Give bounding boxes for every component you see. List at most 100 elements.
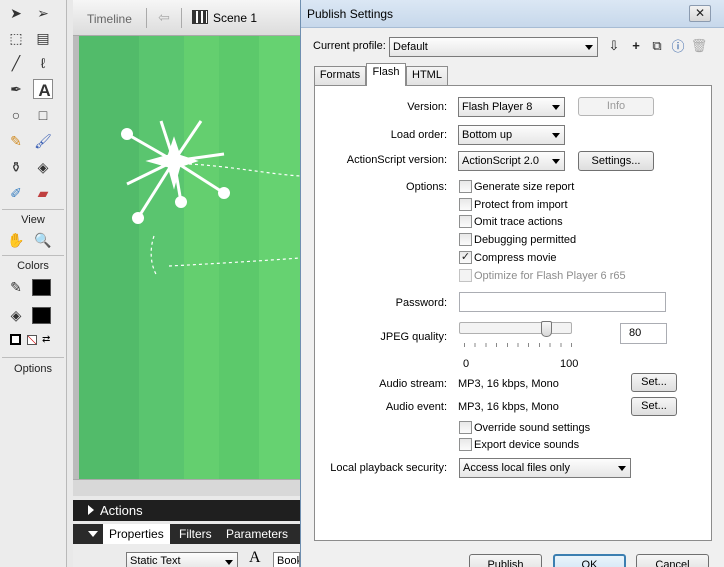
- omit-trace-actions-checkbox[interactable]: [459, 215, 472, 228]
- subselection-tool-icon[interactable]: ➢: [33, 3, 53, 23]
- audio-stream-label: Audio stream:: [379, 378, 447, 390]
- tab-properties[interactable]: Properties: [103, 524, 170, 544]
- options-section-label: Options: [14, 363, 52, 375]
- ink-bottle-tool-icon[interactable]: ⚱: [6, 157, 26, 177]
- generate-size-report-checkbox[interactable]: [459, 180, 472, 193]
- jpeg-quality-field[interactable]: 80: [620, 323, 667, 344]
- stroke-color-icon[interactable]: ✎: [6, 277, 26, 297]
- delete-profile-icon[interactable]: 🗑: [690, 36, 708, 55]
- no-color-icon[interactable]: [27, 335, 37, 345]
- collapse-arrow-icon[interactable]: [88, 531, 98, 537]
- scene-clapper-icon: [192, 10, 208, 24]
- close-button[interactable]: ✕: [689, 5, 711, 22]
- selection-tool-icon[interactable]: ➤: [6, 3, 26, 23]
- expand-arrow-icon[interactable]: [88, 505, 94, 515]
- stage-scrollbar[interactable]: [73, 479, 300, 496]
- chevron-down-icon: [225, 560, 233, 565]
- free-transform-tool-icon[interactable]: ⬚: [6, 28, 26, 48]
- slider-min-label: 0: [463, 358, 470, 370]
- tab-formats[interactable]: Formats: [314, 66, 366, 85]
- password-field[interactable]: [459, 292, 666, 312]
- divider: [2, 357, 64, 358]
- pen-tool-icon[interactable]: ✒: [6, 79, 26, 99]
- divider: [2, 255, 64, 256]
- options-label: Options:: [406, 181, 447, 193]
- as-version-select[interactable]: ActionScript 2.0: [458, 151, 565, 171]
- version-value: Flash Player 8: [462, 101, 533, 113]
- password-label: Password:: [395, 297, 447, 309]
- tab-parameters[interactable]: Parameters: [220, 524, 294, 544]
- profile-select[interactable]: Default: [389, 37, 598, 57]
- ok-button[interactable]: OK: [553, 554, 626, 567]
- version-select[interactable]: Flash Player 8: [458, 97, 565, 117]
- override-sound-checkbox[interactable]: [459, 421, 472, 434]
- cancel-button[interactable]: Cancel: [636, 554, 709, 567]
- actions-panel-bar[interactable]: Actions: [73, 500, 300, 521]
- compress-movie-checkbox[interactable]: ✓: [459, 251, 472, 264]
- swap-colors-icon[interactable]: ⇄: [42, 334, 54, 346]
- text-type-value: Static Text: [130, 555, 181, 567]
- export-device-sounds-checkbox[interactable]: [459, 438, 472, 451]
- optimize-flash-player-label: Optimize for Flash Player 6 r65: [474, 270, 626, 282]
- stroke-color-swatch[interactable]: [32, 279, 51, 296]
- debugging-permitted-checkbox[interactable]: [459, 233, 472, 246]
- properties-panel-bar: Properties Filters Parameters: [73, 524, 300, 544]
- export-device-sounds-label: Export device sounds: [474, 439, 580, 451]
- protect-from-import-checkbox[interactable]: [459, 198, 472, 211]
- playback-security-select[interactable]: Access local files only: [459, 458, 631, 478]
- view-section-label: View: [21, 214, 45, 226]
- text-tool-icon[interactable]: A: [33, 79, 53, 100]
- info-button[interactable]: Info: [578, 97, 654, 116]
- chevron-down-icon: [618, 466, 626, 471]
- zoom-tool-icon[interactable]: 🔍: [33, 230, 53, 250]
- optimize-flash-player-checkbox[interactable]: [459, 269, 472, 282]
- text-type-select[interactable]: Static Text: [126, 552, 238, 567]
- slider-thumb[interactable]: [541, 321, 552, 337]
- debugging-permitted-label: Debugging permitted: [474, 234, 577, 246]
- fill-color-icon[interactable]: ◈: [6, 305, 26, 325]
- eyedropper-tool-icon[interactable]: ✐: [6, 183, 26, 203]
- publish-button[interactable]: Publish: [469, 554, 542, 567]
- back-arrow-icon[interactable]: ⇦: [153, 9, 175, 27]
- publish-settings-dialog: Publish Settings ✕ Current profile: Defa…: [300, 0, 724, 567]
- audio-event-label: Audio event:: [385, 401, 447, 413]
- gradient-transform-tool-icon[interactable]: ▤: [33, 28, 53, 48]
- rectangle-tool-icon[interactable]: □: [33, 105, 53, 125]
- timeline-label[interactable]: Timeline: [87, 12, 132, 26]
- import-export-profile-icon[interactable]: ⇩: [605, 36, 623, 55]
- duplicate-profile-icon[interactable]: ⧉: [648, 36, 666, 55]
- fill-color-swatch[interactable]: [32, 307, 51, 324]
- jpeg-quality-slider[interactable]: [459, 321, 572, 337]
- load-order-select[interactable]: Bottom up: [458, 125, 565, 145]
- tab-flash[interactable]: Flash: [366, 63, 406, 86]
- playback-security-label: Local playback security:: [330, 462, 447, 474]
- scene-label: Scene 1: [213, 11, 258, 25]
- hand-tool-icon[interactable]: ✋: [6, 230, 26, 250]
- chevron-down-icon: [585, 45, 593, 50]
- brush-tool-icon[interactable]: 🖌: [33, 131, 53, 151]
- paint-bucket-tool-icon[interactable]: ◈: [33, 157, 53, 177]
- black-white-icon[interactable]: [10, 334, 21, 345]
- add-profile-icon[interactable]: +: [627, 36, 645, 55]
- starburst-graphic: [121, 120, 300, 277]
- audio-event-set-button[interactable]: Set...: [631, 397, 677, 416]
- font-field[interactable]: Book: [273, 552, 300, 567]
- tab-html[interactable]: HTML: [406, 66, 448, 85]
- tab-filters[interactable]: Filters: [173, 524, 218, 544]
- pencil-tool-icon[interactable]: ✎: [6, 131, 26, 151]
- chevron-down-icon: [552, 133, 560, 138]
- text-tool-icon: A: [249, 549, 261, 566]
- dialog-title: Publish Settings: [307, 7, 394, 21]
- divider: [146, 8, 147, 28]
- lasso-tool-icon[interactable]: ℓ: [33, 53, 53, 73]
- oval-tool-icon[interactable]: ○: [6, 105, 26, 125]
- audio-stream-set-button[interactable]: Set...: [631, 373, 677, 392]
- profile-info-icon[interactable]: ⓘ: [669, 36, 687, 55]
- settings-button[interactable]: Settings...: [578, 151, 654, 171]
- playback-security-value: Access local files only: [463, 462, 570, 474]
- stage-canvas[interactable]: [79, 36, 300, 479]
- tools-panel: ➤ ➢ ⬚ ▤ ╱ ℓ ✒ A ○ □ ✎ 🖌 ⚱ ◈ ✐ ▰ View ✋ 🔍…: [0, 0, 67, 567]
- slider-ticks: [464, 343, 572, 347]
- eraser-tool-icon[interactable]: ▰: [33, 183, 53, 203]
- line-tool-icon[interactable]: ╱: [6, 53, 26, 73]
